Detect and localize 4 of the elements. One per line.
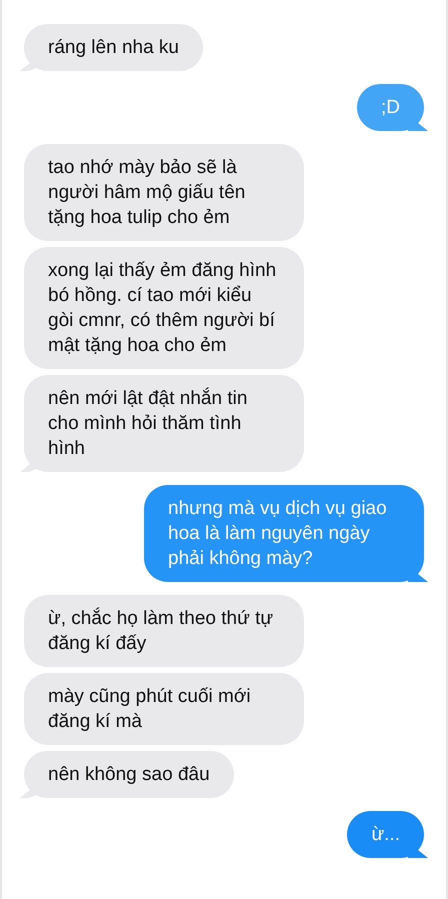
received-message: xong lại thấy ẻm đăng hình bó hồng. cí tao mới kiểu gòi cmnr, có thêm người bí mật tặng hoa cho ẻm (24, 247, 304, 369)
received-message: ừ, chắc họ làm theo thứ tự đăng kí đấy (24, 595, 304, 667)
received-message: mày cũng phút cuối mới đăng kí mà (24, 673, 304, 745)
received-message: tao nhớ mày bảo sẽ là người hâm mộ giấu tên tặng hoa tulip cho ẻm (24, 144, 304, 241)
